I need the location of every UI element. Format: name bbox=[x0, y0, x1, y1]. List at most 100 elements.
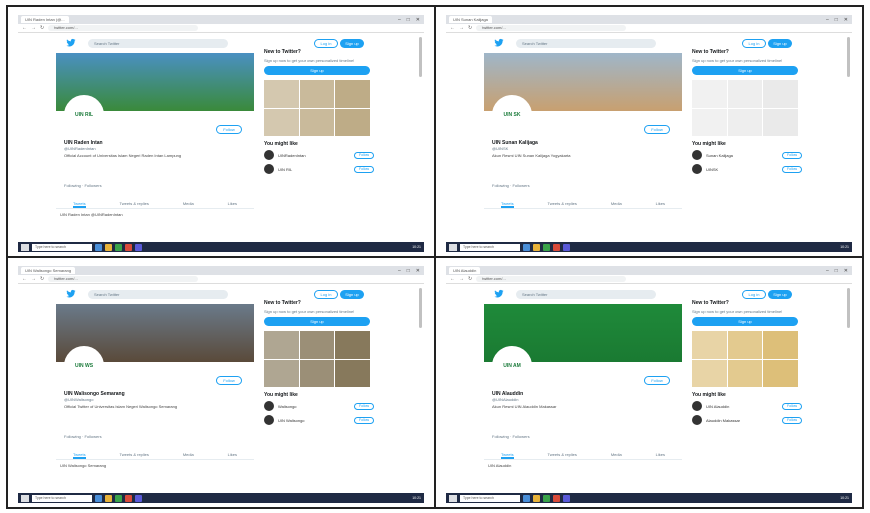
app-icon[interactable] bbox=[533, 243, 540, 251]
app-icon[interactable] bbox=[135, 494, 142, 502]
tab-likes[interactable]: Likes bbox=[228, 450, 237, 459]
login-button[interactable]: Log in bbox=[742, 39, 766, 48]
tab-tweets[interactable]: Tweets bbox=[500, 450, 514, 459]
suggestion-follow-button[interactable]: Follow bbox=[354, 402, 374, 410]
app-icon[interactable] bbox=[523, 494, 530, 502]
sidebar-signup-button[interactable]: Sign up bbox=[692, 66, 798, 75]
sidebar-signup-button[interactable]: Sign up bbox=[692, 317, 798, 326]
signup-button[interactable]: Sign up bbox=[768, 290, 792, 299]
tab-tweets-replies[interactable]: Tweets & replies bbox=[548, 450, 577, 459]
tab-tweets[interactable]: Tweets bbox=[72, 450, 86, 459]
app-icon[interactable] bbox=[553, 494, 560, 502]
tweet-item[interactable]: UIN Walisongo Semarang bbox=[60, 463, 250, 468]
app-icon[interactable] bbox=[543, 494, 550, 502]
suggestion-avatar[interactable] bbox=[264, 164, 274, 174]
follow-button[interactable]: Follow bbox=[644, 125, 670, 134]
login-button[interactable]: Log in bbox=[742, 290, 766, 299]
media-thumb[interactable] bbox=[299, 108, 335, 136]
browser-tab[interactable]: UIN Walisongo Semarang bbox=[21, 267, 76, 274]
tab-tweets[interactable]: Tweets bbox=[72, 199, 86, 208]
scrollbar[interactable] bbox=[847, 37, 850, 77]
back-icon[interactable]: ← bbox=[22, 276, 27, 282]
media-thumb[interactable] bbox=[692, 331, 727, 359]
start-icon[interactable] bbox=[449, 494, 457, 502]
search-input[interactable]: Search Twitter bbox=[88, 290, 228, 299]
suggestion-follow-button[interactable]: Follow bbox=[354, 151, 374, 159]
tab-tweets-replies[interactable]: Tweets & replies bbox=[548, 199, 577, 208]
app-icon[interactable] bbox=[95, 494, 102, 502]
taskbar-search[interactable]: Type here to search bbox=[460, 243, 520, 251]
media-grid[interactable] bbox=[264, 80, 370, 136]
taskbar-search[interactable]: Type here to search bbox=[460, 494, 520, 502]
login-button[interactable]: Log in bbox=[314, 39, 338, 48]
follow-button[interactable]: Follow bbox=[644, 376, 670, 385]
app-icon[interactable] bbox=[563, 243, 570, 251]
scrollbar[interactable] bbox=[419, 288, 422, 328]
app-icon[interactable] bbox=[115, 494, 122, 502]
scrollbar[interactable] bbox=[419, 37, 422, 77]
url-input[interactable]: twitter.com/... bbox=[48, 25, 199, 31]
tab-likes[interactable]: Likes bbox=[656, 450, 665, 459]
twitter-bird-icon[interactable] bbox=[66, 38, 76, 48]
suggestion-avatar[interactable] bbox=[692, 415, 702, 425]
follow-button[interactable]: Follow bbox=[216, 376, 242, 385]
scrollbar[interactable] bbox=[847, 288, 850, 328]
back-icon[interactable]: ← bbox=[450, 25, 455, 31]
suggestion-follow-button[interactable]: Follow bbox=[782, 151, 802, 159]
suggestion-follow-button[interactable]: Follow bbox=[782, 165, 802, 173]
profile-avatar[interactable]: UIN SK bbox=[492, 95, 532, 135]
maximize-icon[interactable]: □ bbox=[407, 17, 410, 23]
search-input[interactable]: Search Twitter bbox=[88, 39, 228, 48]
media-grid[interactable] bbox=[264, 331, 370, 387]
tab-media[interactable]: Media bbox=[611, 199, 622, 208]
tab-tweets[interactable]: Tweets bbox=[500, 199, 514, 208]
close-icon[interactable]: ✕ bbox=[844, 268, 848, 274]
app-icon[interactable] bbox=[105, 494, 112, 502]
tab-media[interactable]: Media bbox=[183, 450, 194, 459]
suggestion-follow-button[interactable]: Follow bbox=[354, 165, 374, 173]
media-thumb[interactable] bbox=[264, 108, 299, 136]
maximize-icon[interactable]: □ bbox=[835, 17, 838, 23]
suggestion-avatar[interactable] bbox=[264, 401, 274, 411]
profile-avatar[interactable]: UIN WS bbox=[64, 346, 104, 386]
media-thumb[interactable] bbox=[763, 331, 798, 359]
twitter-bird-icon[interactable] bbox=[66, 289, 76, 299]
search-input[interactable]: Search Twitter bbox=[516, 290, 656, 299]
back-icon[interactable]: ← bbox=[22, 25, 27, 31]
suggestion-follow-button[interactable]: Follow bbox=[782, 416, 802, 424]
sidebar-signup-button[interactable]: Sign up bbox=[264, 317, 370, 326]
suggestion-follow-button[interactable]: Follow bbox=[782, 402, 802, 410]
suggestion-name[interactable]: Sunan Kalijaga bbox=[706, 153, 778, 158]
browser-tab[interactable]: UIN Raden Intan (@... bbox=[21, 16, 69, 23]
url-input[interactable]: twitter.com/... bbox=[476, 25, 627, 31]
search-input[interactable]: Search Twitter bbox=[516, 39, 656, 48]
app-icon[interactable] bbox=[543, 243, 550, 251]
forward-icon[interactable]: → bbox=[31, 25, 36, 31]
minimize-icon[interactable]: – bbox=[826, 17, 829, 23]
suggestion-avatar[interactable] bbox=[264, 415, 274, 425]
forward-icon[interactable]: → bbox=[31, 276, 36, 282]
media-thumb[interactable] bbox=[264, 331, 299, 359]
signup-button[interactable]: Sign up bbox=[340, 39, 364, 48]
app-icon[interactable] bbox=[533, 494, 540, 502]
reload-icon[interactable]: ↻ bbox=[468, 25, 472, 31]
reload-icon[interactable]: ↻ bbox=[468, 276, 472, 282]
url-input[interactable]: twitter.com/... bbox=[476, 276, 627, 282]
suggestion-follow-button[interactable]: Follow bbox=[354, 416, 374, 424]
suggestion-avatar[interactable] bbox=[264, 150, 274, 160]
suggestion-name[interactable]: Walisongo bbox=[278, 404, 350, 409]
app-icon[interactable] bbox=[115, 243, 122, 251]
media-thumb[interactable] bbox=[727, 359, 763, 387]
profile-avatar[interactable]: UIN AM bbox=[492, 346, 532, 386]
media-thumb[interactable] bbox=[299, 80, 335, 108]
media-thumb[interactable] bbox=[692, 108, 727, 136]
app-icon[interactable] bbox=[523, 243, 530, 251]
profile-avatar[interactable]: UIN RIL bbox=[64, 95, 104, 135]
media-thumb[interactable] bbox=[264, 80, 299, 108]
media-thumb[interactable] bbox=[692, 80, 727, 108]
app-icon[interactable] bbox=[563, 494, 570, 502]
media-thumb[interactable] bbox=[727, 331, 763, 359]
media-thumb[interactable] bbox=[727, 80, 763, 108]
forward-icon[interactable]: → bbox=[459, 276, 464, 282]
tab-tweets-replies[interactable]: Tweets & replies bbox=[120, 199, 149, 208]
